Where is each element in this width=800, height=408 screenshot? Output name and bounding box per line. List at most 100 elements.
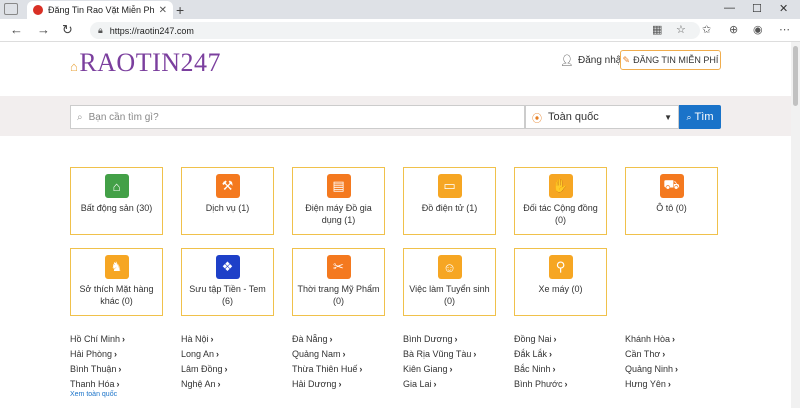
lock-icon: 🔒︎ xyxy=(98,25,103,35)
location-value: Toàn quốc xyxy=(548,111,599,123)
back-icon[interactable]: ← xyxy=(10,22,23,37)
chevron-right-icon: › xyxy=(118,364,122,374)
view-all-link[interactable]: Xem toàn quốc xyxy=(70,391,117,398)
city-name: Hải Dương xyxy=(292,379,337,389)
city-name: Hồ Chí Minh xyxy=(70,334,121,344)
page-scrollbar[interactable] xyxy=(791,42,800,408)
city-name: Đồng Nai xyxy=(514,334,552,344)
city-link[interactable]: Nghệ An › xyxy=(181,379,221,389)
chevron-right-icon: › xyxy=(114,349,118,359)
chevron-right-icon: › xyxy=(672,334,676,344)
city-name: Bắc Ninh xyxy=(514,364,551,374)
category-label: Đối tác Cộng đồng (0) xyxy=(523,203,598,225)
city-name: Hà Nội xyxy=(181,334,209,344)
new-tab-icon[interactable]: + xyxy=(176,2,184,18)
forward-icon[interactable]: → xyxy=(37,22,50,37)
search-placeholder: Bạn cần tìm gì? xyxy=(88,111,159,123)
more-menu-icon[interactable]: ⋯ xyxy=(779,23,790,36)
city-link[interactable]: Cần Thơ › xyxy=(625,349,665,359)
city-link[interactable]: Đắk Lắk › xyxy=(514,349,552,359)
profile-icon[interactable]: ◉ xyxy=(753,23,763,36)
city-name: Cần Thơ xyxy=(625,349,661,359)
city-name: Lâm Đồng xyxy=(181,364,223,374)
tab-title: Đăng Tin Rao Vặt Miễn Phí Toà xyxy=(48,5,155,15)
chevron-right-icon: › xyxy=(433,379,437,389)
category-label: Sưu tập Tiền - Tem (6) xyxy=(189,284,266,306)
category-do-dien-tu[interactable]: ▭ Đồ điện tử (1) xyxy=(403,167,496,235)
chevron-right-icon: › xyxy=(564,379,568,389)
category-bat-dong-san[interactable]: ⌂ Bất động sản (30) xyxy=(70,167,163,235)
close-window-icon[interactable]: ✕ xyxy=(779,2,788,15)
city-name: Quảng Nam xyxy=(292,349,341,359)
qr-code-icon[interactable]: ▦ xyxy=(652,23,662,36)
city-link[interactable]: Bình Thuận › xyxy=(70,364,121,374)
tv-icon: ▭ xyxy=(437,174,462,198)
category-xe-may[interactable]: ⚲ Xe máy (0) xyxy=(514,248,607,316)
category-dien-may[interactable]: ▤ Điện máy Đồ gia dụng (1) xyxy=(292,167,385,235)
category-o-to[interactable]: ⛟ Ô tô (0) xyxy=(625,167,718,235)
category-doi-tac[interactable]: ✋ Đối tác Cộng đồng (0) xyxy=(514,167,607,235)
city-link[interactable]: Bắc Ninh › xyxy=(514,364,556,374)
city-link[interactable]: Kiên Giang › xyxy=(403,364,453,374)
chevron-right-icon: › xyxy=(662,349,666,359)
city-link[interactable]: Thanh Hóa › xyxy=(70,379,120,389)
city-link[interactable]: Bà Rịa Vũng Tàu › xyxy=(403,349,476,359)
maximize-icon[interactable]: ☐ xyxy=(752,2,762,15)
city-name: Bà Rịa Vũng Tàu xyxy=(403,349,472,359)
city-link[interactable]: Đồng Nai › xyxy=(514,334,557,344)
scrollbar-thumb[interactable] xyxy=(793,46,798,106)
browser-tab[interactable]: Đăng Tin Rao Vặt Miễn Phí Toà ✕ xyxy=(27,1,173,19)
city-link[interactable]: Thừa Thiên Huế › xyxy=(292,364,362,374)
city-link[interactable]: Hưng Yên › xyxy=(625,379,671,389)
minimize-icon[interactable]: — xyxy=(724,2,735,14)
search-button[interactable]: ⌕ Tìm xyxy=(679,105,721,129)
chevron-right-icon: › xyxy=(116,379,120,389)
tab-actions-icon[interactable] xyxy=(4,3,18,15)
city-name: Bình Dương xyxy=(403,334,453,344)
site-logo[interactable]: ⌂RAOTIN247 xyxy=(70,48,221,78)
category-thoi-trang[interactable]: ✂ Thời trang Mỹ Phẩm (0) xyxy=(292,248,385,316)
favorite-star-icon[interactable]: ☆ xyxy=(676,23,686,36)
city-link[interactable]: Bình Dương › xyxy=(403,334,457,344)
city-link[interactable]: Quảng Nam › xyxy=(292,349,346,359)
chevron-right-icon: › xyxy=(217,379,221,389)
motorbike-icon: ⚲ xyxy=(548,255,573,279)
chevron-right-icon: › xyxy=(210,334,214,344)
location-select[interactable]: ⦿ Toàn quốc ▼ xyxy=(525,105,679,129)
search-input[interactable]: ⌕ Bạn cần tìm gì? xyxy=(70,105,525,129)
city-link[interactable]: Khánh Hòa › xyxy=(625,334,675,344)
post-free-ad-button[interactable]: ✎ ĐĂNG TIN MIỄN PHÍ xyxy=(620,50,721,70)
login-link[interactable]: 👤︎ Đăng nhập xyxy=(560,54,627,67)
city-link[interactable]: Long An › xyxy=(181,349,219,359)
appliance-icon: ▤ xyxy=(326,174,351,198)
category-label: Việc làm Tuyển sinh (0) xyxy=(409,284,490,306)
close-tab-icon[interactable]: ✕ xyxy=(159,5,167,16)
city-link[interactable]: Bình Phước › xyxy=(514,379,567,389)
favorites-icon[interactable]: ✩ xyxy=(702,23,711,36)
category-dich-vu[interactable]: ⚒ Dịch vụ (1) xyxy=(181,167,274,235)
category-suu-tap[interactable]: ❖ Sưu tập Tiền - Tem (6) xyxy=(181,248,274,316)
city-link[interactable]: Gia Lai › xyxy=(403,379,437,389)
browser-toolbar: ← → ↻ 🔒︎ https://raotin247.com ▦ ☆ ✩ ⊕ ◉… xyxy=(0,19,800,42)
search-icon: ⌕ xyxy=(77,111,83,123)
jobs-icon: ☺ xyxy=(437,255,462,279)
city-link[interactable]: Lâm Đồng › xyxy=(181,364,228,374)
city-link[interactable]: Hải Dương › xyxy=(292,379,341,389)
address-bar[interactable]: 🔒︎ https://raotin247.com xyxy=(90,22,700,39)
user-icon: 👤︎ xyxy=(560,55,574,67)
chevron-right-icon: › xyxy=(449,364,453,374)
city-link[interactable]: Đà Nẵng › xyxy=(292,334,333,344)
post-button-label: ĐĂNG TIN MIỄN PHÍ xyxy=(633,55,719,65)
city-link[interactable]: Quảng Ninh › xyxy=(625,364,678,374)
city-link[interactable]: Hà Nội › xyxy=(181,334,214,344)
category-so-thich[interactable]: ♞ Sở thích Mặt hàng khác (0) xyxy=(70,248,163,316)
pencil-icon: ✎ xyxy=(622,54,631,65)
city-link[interactable]: Hải Phòng › xyxy=(70,349,117,359)
city-link[interactable]: Hồ Chí Minh › xyxy=(70,334,125,344)
refresh-icon[interactable]: ↻ xyxy=(62,22,73,38)
category-label: Ô tô (0) xyxy=(656,203,687,213)
collections-icon[interactable]: ⊕ xyxy=(729,23,738,36)
chevron-right-icon: › xyxy=(549,349,553,359)
chevron-right-icon: › xyxy=(473,349,477,359)
category-viec-lam[interactable]: ☺ Việc làm Tuyển sinh (0) xyxy=(403,248,496,316)
